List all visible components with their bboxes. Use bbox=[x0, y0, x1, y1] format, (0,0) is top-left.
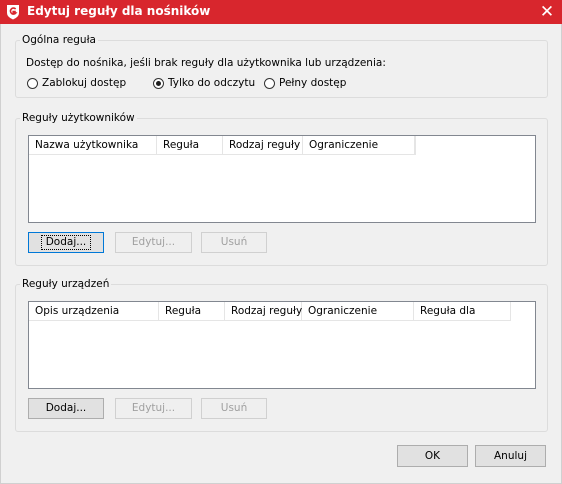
gdata-logo-icon bbox=[7, 5, 19, 20]
radio-read-only-label: Tylko do odczytu bbox=[168, 77, 256, 89]
dialog-body: Ogólna reguła Dostęp do nośnika, jeśli b… bbox=[0, 24, 562, 484]
column-header-rule[interactable]: Reguła bbox=[159, 302, 225, 321]
user-rules-list-header: Nazwa użytkownika Reguła Rodzaj reguły O… bbox=[29, 136, 416, 155]
column-header-restriction[interactable]: Ograniczenie bbox=[302, 302, 414, 321]
user-edit-button[interactable]: Edytuj... bbox=[115, 232, 192, 253]
radio-full-access-indicator[interactable] bbox=[264, 77, 275, 89]
radio-block-access-indicator[interactable] bbox=[27, 77, 38, 89]
column-header-rule-type[interactable]: Rodzaj reguły bbox=[225, 302, 302, 321]
close-button[interactable]: ✕ bbox=[532, 0, 562, 24]
column-header-restriction[interactable]: Ograniczenie bbox=[303, 136, 415, 155]
radio-full-access-label: Pełny dostęp bbox=[279, 77, 347, 89]
radio-read-only-indicator[interactable] bbox=[153, 77, 164, 89]
column-header-rule[interactable]: Reguła bbox=[157, 136, 223, 155]
device-rules-list-header: Opis urządzenia Reguła Rodzaj reguły Ogr… bbox=[29, 302, 511, 321]
user-add-button[interactable]: Dodaj... bbox=[28, 232, 104, 253]
column-header-rule-type[interactable]: Rodzaj reguły bbox=[223, 136, 303, 155]
device-delete-button[interactable]: Usuń bbox=[201, 398, 267, 419]
device-add-button[interactable]: Dodaj... bbox=[28, 398, 104, 419]
radio-read-only[interactable]: Tylko do odczytu bbox=[153, 77, 255, 89]
general-rule-prompt: Dostęp do nośnika, jeśli brak reguły dla… bbox=[26, 57, 386, 69]
general-rule-legend: Ogólna reguła bbox=[22, 34, 96, 46]
radio-block-access[interactable]: Zablokuj dostęp bbox=[27, 77, 126, 89]
close-icon: ✕ bbox=[539, 2, 555, 22]
column-header-device-description[interactable]: Opis urządzenia bbox=[29, 302, 159, 321]
user-add-button-label: Dodaj... bbox=[40, 235, 92, 250]
device-rules-list[interactable]: Opis urządzenia Reguła Rodzaj reguły Ogr… bbox=[28, 301, 536, 389]
column-header-spacer bbox=[415, 136, 416, 155]
column-header-rule-for[interactable]: Reguła dla bbox=[414, 302, 511, 321]
radio-block-access-label: Zablokuj dostęp bbox=[42, 77, 127, 89]
device-edit-button[interactable]: Edytuj... bbox=[115, 398, 192, 419]
radio-full-access[interactable]: Pełny dostęp bbox=[264, 77, 346, 89]
user-rules-legend: Reguły użytkowników bbox=[22, 112, 135, 124]
user-rules-list[interactable]: Nazwa użytkownika Reguła Rodzaj reguły O… bbox=[28, 135, 536, 223]
column-header-user-name[interactable]: Nazwa użytkownika bbox=[29, 136, 157, 155]
window-title: Edytuj reguły dla nośników bbox=[27, 4, 211, 18]
cancel-button[interactable]: Anuluj bbox=[475, 445, 546, 467]
device-rules-legend: Reguły urządzeń bbox=[22, 278, 110, 290]
title-bar: Edytuj reguły dla nośników ✕ bbox=[0, 0, 562, 24]
ok-button[interactable]: OK bbox=[397, 445, 468, 467]
user-delete-button[interactable]: Usuń bbox=[201, 232, 267, 253]
